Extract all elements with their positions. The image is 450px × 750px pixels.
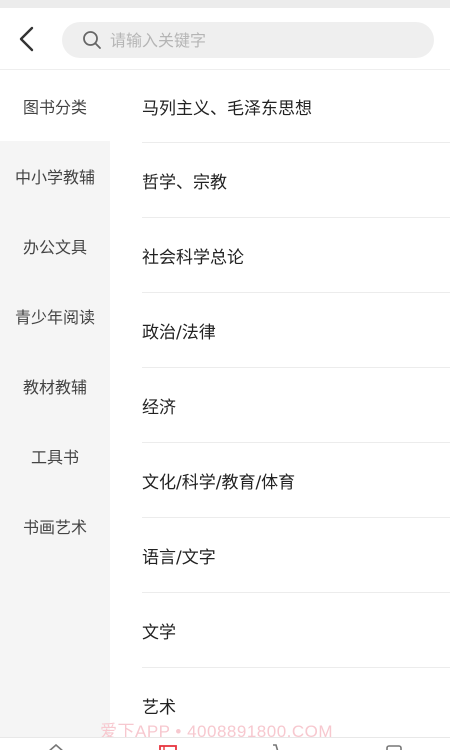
category-item-literature[interactable]: 文学	[142, 593, 450, 668]
home-icon[interactable]	[46, 744, 66, 750]
search-bar[interactable]	[62, 22, 434, 58]
category-item-culture-science-education[interactable]: 文化/科学/教育/体育	[142, 443, 450, 518]
sidebar-item-textbooks[interactable]: 教材教辅	[0, 351, 110, 421]
cart-icon[interactable]	[272, 744, 292, 750]
sidebar-item-k12-tutoring[interactable]: 中小学教辅	[0, 141, 110, 211]
category-item-economics[interactable]: 经济	[142, 368, 450, 443]
category-item-marxism[interactable]: 马列主义、毛泽东思想	[142, 71, 450, 143]
category-list: 马列主义、毛泽东思想 哲学、宗教 社会科学总论 政治/法律 经济 文化/科学/教…	[110, 71, 450, 750]
back-arrow-icon	[19, 26, 34, 52]
sidebar-item-books[interactable]: 图书分类	[0, 71, 110, 141]
category-item-politics-law[interactable]: 政治/法律	[142, 293, 450, 368]
header-bar	[0, 8, 450, 70]
back-button[interactable]	[10, 22, 44, 56]
profile-icon[interactable]	[384, 744, 404, 750]
sidebar-item-office-supplies[interactable]: 办公文具	[0, 211, 110, 281]
bottom-tab-bar	[0, 737, 450, 750]
category-item-philosophy-religion[interactable]: 哲学、宗教	[142, 143, 450, 218]
sidebar-item-youth-reading[interactable]: 青少年阅读	[0, 281, 110, 351]
category-sidebar: 图书分类 中小学教辅 办公文具 青少年阅读 教材教辅 工具书 书画艺术	[0, 71, 110, 750]
category-item-social-science[interactable]: 社会科学总论	[142, 218, 450, 293]
category-item-language[interactable]: 语言/文字	[142, 518, 450, 593]
status-bar	[0, 0, 450, 8]
search-input[interactable]	[110, 30, 410, 50]
category-icon[interactable]	[158, 744, 178, 750]
search-icon	[83, 31, 101, 49]
sidebar-item-reference-books[interactable]: 工具书	[0, 421, 110, 491]
sidebar-item-calligraphy-art[interactable]: 书画艺术	[0, 491, 110, 561]
